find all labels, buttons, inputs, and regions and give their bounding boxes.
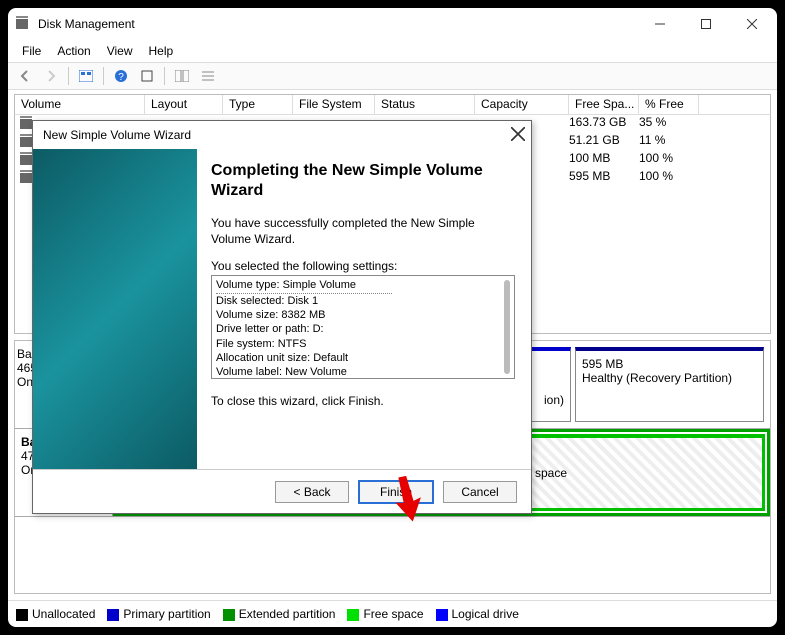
wizard-sidebar-graphic bbox=[33, 149, 197, 469]
volume-icon bbox=[20, 155, 32, 165]
volume-icon bbox=[20, 137, 32, 147]
menu-action[interactable]: Action bbox=[51, 42, 96, 60]
menu-help[interactable]: Help bbox=[143, 42, 180, 60]
volume-icon bbox=[20, 119, 32, 129]
wizard-heading: Completing the New Simple Volume Wizard bbox=[211, 161, 515, 201]
wizard-success-text: You have successfully completed the New … bbox=[211, 215, 515, 247]
help-button[interactable]: ? bbox=[110, 65, 132, 87]
close-button[interactable] bbox=[729, 9, 775, 39]
swatch-logical bbox=[436, 609, 448, 621]
wizard-button-row: < Back Finish Cancel bbox=[33, 469, 531, 513]
back-button[interactable]: < Back bbox=[275, 481, 349, 503]
refresh-button[interactable] bbox=[136, 65, 158, 87]
menu-view[interactable]: View bbox=[101, 42, 139, 60]
col-type[interactable]: Type bbox=[223, 95, 293, 114]
menu-file[interactable]: File bbox=[16, 42, 47, 60]
finish-button[interactable]: Finish bbox=[359, 481, 433, 503]
toolbar: ? bbox=[8, 62, 777, 90]
svg-text:?: ? bbox=[118, 72, 124, 83]
col-status[interactable]: Status bbox=[375, 95, 475, 114]
swatch-primary bbox=[107, 609, 119, 621]
col-capacity[interactable]: Capacity bbox=[475, 95, 569, 114]
maximize-button[interactable] bbox=[683, 9, 729, 39]
volume-icon bbox=[20, 173, 32, 183]
cancel-button[interactable]: Cancel bbox=[443, 481, 517, 503]
wizard-settings-label: You selected the following settings: bbox=[211, 259, 515, 273]
tb-view-button[interactable] bbox=[171, 65, 193, 87]
partition-recovery[interactable]: 595 MB Healthy (Recovery Partition) bbox=[575, 347, 764, 422]
menubar: File Action View Help bbox=[8, 40, 777, 62]
col-freespace[interactable]: Free Spa... bbox=[569, 95, 639, 114]
col-layout[interactable]: Layout bbox=[145, 95, 223, 114]
nav-back-button[interactable] bbox=[14, 65, 36, 87]
app-icon bbox=[16, 16, 32, 32]
volume-list-header: Volume Layout Type File System Status Ca… bbox=[14, 94, 771, 114]
col-filesystem[interactable]: File System bbox=[293, 95, 375, 114]
wizard-title: New Simple Volume Wizard bbox=[43, 128, 511, 142]
window-title: Disk Management bbox=[38, 17, 637, 31]
wizard-close-hint: To close this wizard, click Finish. bbox=[211, 393, 515, 409]
titlebar[interactable]: Disk Management bbox=[8, 8, 777, 40]
col-pctfree[interactable]: % Free bbox=[639, 95, 699, 114]
wizard-close-button[interactable] bbox=[511, 127, 525, 144]
tb-list-button[interactable] bbox=[197, 65, 219, 87]
col-volume[interactable]: Volume bbox=[15, 95, 145, 114]
partition-free-space[interactable]: Free space bbox=[498, 434, 765, 511]
wizard-settings-list[interactable]: Volume type: Simple Volume Disk selected… bbox=[211, 275, 515, 379]
wizard-titlebar[interactable]: New Simple Volume Wizard bbox=[33, 121, 531, 149]
wizard-dialog: New Simple Volume Wizard Completing the … bbox=[32, 120, 532, 514]
minimize-button[interactable] bbox=[637, 9, 683, 39]
legend: Unallocated Primary partition Extended p… bbox=[8, 600, 777, 627]
nav-forward-button[interactable] bbox=[40, 65, 62, 87]
swatch-free bbox=[347, 609, 359, 621]
swatch-extended bbox=[223, 609, 235, 621]
swatch-unallocated bbox=[16, 609, 28, 621]
tb-layout-button[interactable] bbox=[75, 65, 97, 87]
